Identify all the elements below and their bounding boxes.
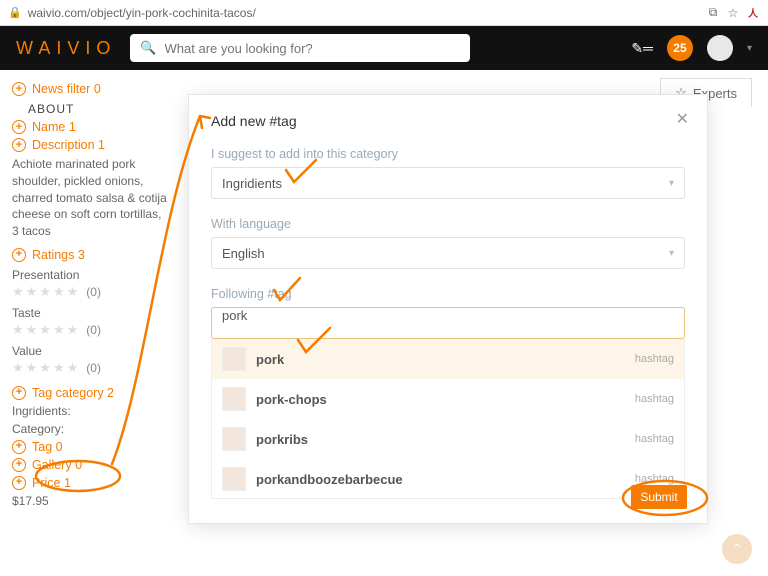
open-external-icon[interactable]: ⧉ [706,6,720,20]
plus-icon: + [12,120,26,134]
plus-icon: + [12,138,26,152]
language-select[interactable]: English ▾ [211,237,685,269]
plus-icon: + [12,82,26,96]
search-input[interactable] [165,41,461,56]
presentation-count: (0) [86,285,101,299]
value-count: (0) [86,361,101,375]
plus-icon: + [12,248,26,262]
close-icon[interactable]: ✕ [676,109,689,129]
about-heading: ABOUT [28,102,170,116]
sidebar-item-tag[interactable]: +Tag 0 [12,440,170,454]
plus-icon: + [12,440,26,454]
sidebar-item-price[interactable]: +Price 1 [12,476,170,490]
tag-thumb-icon [222,427,246,451]
suggestion-kind: hashtag [635,473,674,485]
presentation-stars[interactable]: ★★★★★ [12,284,80,300]
price-value: $17.95 [12,494,170,508]
avatar[interactable] [707,35,733,61]
browser-url-bar: 🔒 waivio.com/object/yin-pork-cochinita-t… [0,0,768,26]
presentation-label: Presentation [12,268,170,282]
taste-stars[interactable]: ★★★★★ [12,322,80,338]
suggestion-name: porkandboozebarbecue [256,472,625,487]
sidebar-item-news-filter[interactable]: +News filter 0 [12,82,170,96]
search-icon: 🔍 [140,40,156,56]
chevron-up-icon: ⌃ [732,541,743,557]
chevron-down-icon: ▾ [669,248,674,259]
suggestion-kind: hashtag [635,433,674,445]
sidebar-item-description[interactable]: +Description 1 [12,138,170,152]
suggestion-item[interactable]: pork hashtag [212,339,684,379]
tag-input-wrap[interactable] [211,307,685,339]
scroll-to-top-button[interactable]: ⌃ [722,534,752,564]
modal-title: Add new #tag [211,113,685,129]
pdf-icon[interactable]: 人 [746,6,760,20]
object-sidebar: +News filter 0 ABOUT +Name 1 +Descriptio… [0,70,170,576]
suggestion-item[interactable]: porkribs hashtag [212,419,684,459]
global-search[interactable]: 🔍 [130,34,470,62]
avatar-chevron-icon[interactable]: ▾ [747,43,752,54]
value-label: Value [12,344,170,358]
suggestion-name: pork-chops [256,392,625,407]
suggestion-item[interactable]: pork-chops hashtag [212,379,684,419]
description-text: Achiote marinated pork shoulder, pickled… [12,156,170,240]
submit-button[interactable]: Submit [631,485,687,509]
sidebar-item-tag-category[interactable]: +Tag category 2 [12,386,170,400]
language-select-value: English [222,246,265,261]
tag-input[interactable] [222,308,674,323]
plus-icon: + [12,458,26,472]
tag-suggestions-dropdown: pork hashtag pork-chops hashtag porkribs… [211,339,685,499]
taste-count: (0) [86,323,101,337]
star-icon[interactable]: ☆ [726,6,740,20]
suggestion-name: porkribs [256,432,625,447]
sidebar-item-name[interactable]: +Name 1 [12,120,170,134]
suggestion-kind: hashtag [635,353,674,365]
tag-thumb-icon [222,347,246,371]
category-select[interactable]: Ingridients ▾ [211,167,685,199]
logo[interactable]: WAIVIO [16,38,116,59]
chevron-down-icon: ▾ [669,178,674,189]
ingridients-label: Ingridients: [12,404,170,418]
suggestion-kind: hashtag [635,393,674,405]
page-url: waivio.com/object/yin-pork-cochinita-tac… [28,6,700,20]
add-tag-modal: Add new #tag ✕ I suggest to add into thi… [188,94,708,524]
tag-thumb-icon [222,387,246,411]
category-select-value: Ingridients [222,176,282,191]
category-field-label: I suggest to add into this category [211,147,685,161]
language-field-label: With language [211,217,685,231]
category-label: Category: [12,422,170,436]
suggestion-item[interactable]: porkandboozebarbecue hashtag [212,459,684,499]
taste-label: Taste [12,306,170,320]
lock-icon: 🔒 [8,6,22,19]
suggestion-name: pork [256,352,625,367]
tag-thumb-icon [222,467,246,491]
notifications-badge[interactable]: 25 [667,35,693,61]
tag-field-label: Following #tag [211,287,685,301]
sidebar-item-ratings[interactable]: +Ratings 3 [12,248,170,262]
plus-icon: + [12,386,26,400]
top-nav: WAIVIO 🔍 ✎═ 25 ▾ [0,26,768,70]
value-stars[interactable]: ★★★★★ [12,360,80,376]
sidebar-item-gallery[interactable]: +Gallery 0 [12,458,170,472]
edit-icon[interactable]: ✎═ [631,40,653,57]
plus-icon: + [12,476,26,490]
